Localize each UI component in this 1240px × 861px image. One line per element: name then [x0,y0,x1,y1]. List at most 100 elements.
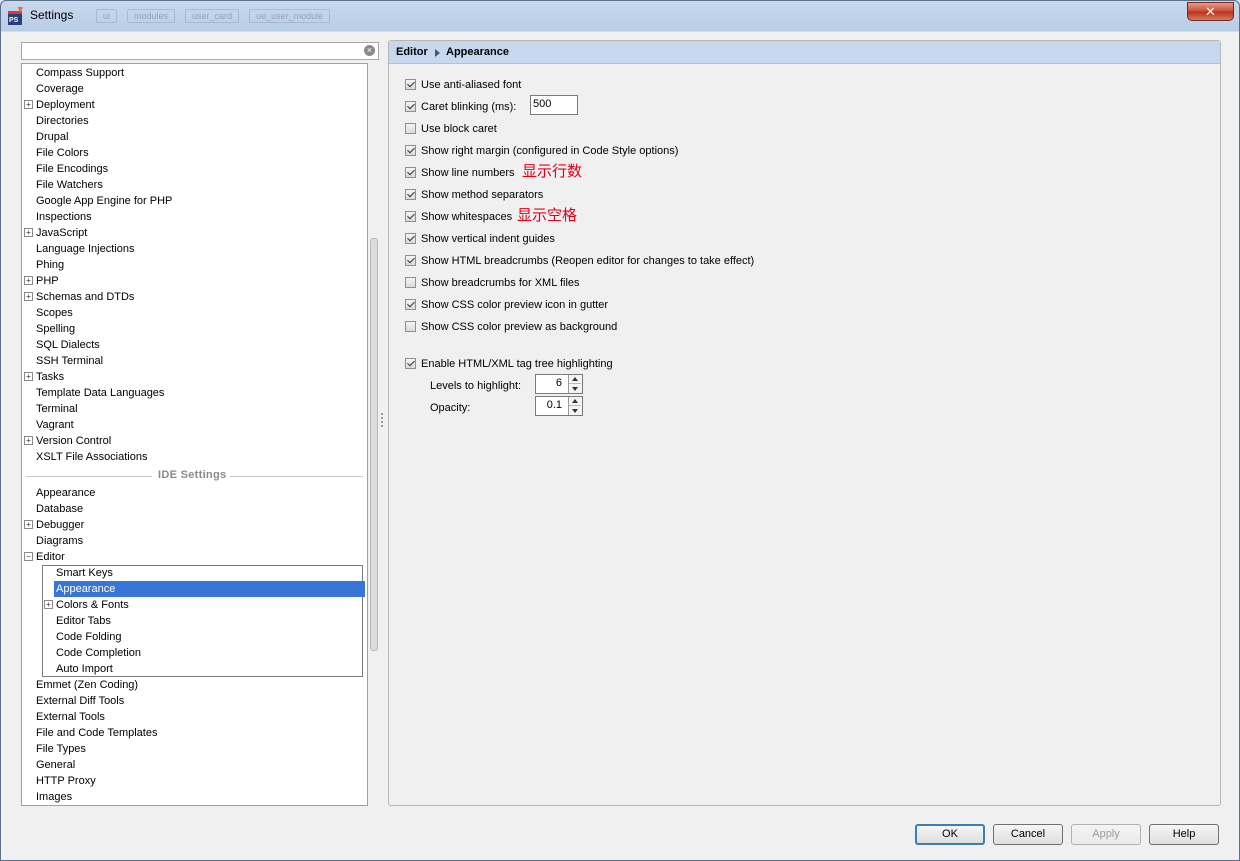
expand-icon[interactable]: + [44,600,53,609]
tree-item[interactable]: + Version Control [24,433,113,449]
tree-item[interactable]: Drupal [34,129,70,145]
tree-scroll-thumb[interactable] [370,238,378,651]
expand-icon[interactable]: + [24,520,33,529]
tree-item[interactable]: File Colors [34,145,91,161]
tree-item[interactable]: + Deployment [24,97,97,113]
tree-item[interactable]: File Types [34,741,88,757]
appearance-panel: Editor Appearance Use anti-aliased font C… [388,40,1221,806]
help-button[interactable]: Help [1149,824,1219,845]
tree-item[interactable]: Language Injections [34,241,136,257]
tree-item[interactable]: + Tasks [24,369,66,385]
checkbox[interactable] [405,233,416,244]
tree-item[interactable]: Compass Support [34,65,126,81]
tree-item[interactable]: Auto Import [54,661,115,677]
tree-item[interactable]: − Editor [24,549,67,565]
tree-item[interactable]: External Tools [34,709,107,725]
tree-item[interactable]: File Watchers [34,177,105,193]
ok-button[interactable]: OK [915,824,985,845]
collapse-icon[interactable]: − [24,552,33,561]
tree-item[interactable]: Scopes [34,305,75,321]
opacity-spinner[interactable]: 0.1 [535,396,583,416]
tree-item[interactable]: Terminal [34,401,80,417]
spinner-arrows-icon[interactable] [568,375,582,393]
tree-item[interactable]: Emmet (Zen Coding) [34,677,140,693]
tree-item[interactable]: XSLT File Associations [34,449,149,465]
tree-item[interactable]: Code Folding [54,629,123,645]
tree-item[interactable]: Directories [34,113,91,129]
title-bar[interactable]: PS Settings ui modules user_card ue_user_mo… [1,1,1239,31]
expand-icon[interactable]: + [24,292,33,301]
close-button[interactable]: ✕ [1187,2,1234,21]
tree-item[interactable]: Images [34,789,74,805]
tree-item[interactable]: External Diff Tools [34,693,126,709]
checkbox[interactable] [405,211,416,222]
option-label: Show HTML breadcrumbs (Reopen editor for… [421,255,755,267]
checkbox[interactable] [405,79,416,90]
tree-item[interactable]: Spelling [34,321,77,337]
tree-item-label: Language Injections [36,243,135,255]
expand-icon[interactable]: + [24,436,33,445]
tree-item-label: Diagrams [36,535,84,547]
tree-item[interactable]: + JavaScript [24,225,89,241]
checkbox[interactable] [405,321,416,332]
tree-item[interactable]: Google App Engine for PHP [34,193,174,209]
breadcrumb-editor: Editor [396,46,428,58]
tree-item[interactable]: + Schemas and DTDs [24,289,136,305]
tree-item[interactable]: File and Code Templates [34,725,159,741]
tree-item[interactable]: Appearance [34,485,97,501]
checkbox[interactable] [405,277,416,288]
tree-item[interactable]: SQL Dialects [34,337,102,353]
checkbox[interactable] [405,145,416,156]
expand-icon[interactable]: + [24,228,33,237]
clear-search-icon[interactable]: × [364,45,375,56]
tree-item[interactable]: Coverage [34,81,86,97]
tree-scrollbar[interactable] [368,63,380,806]
levels-to-highlight-value[interactable]: 6 [556,377,562,389]
tree-item[interactable]: HTTP Proxy [34,773,98,789]
tree-item-label: XSLT File Associations [36,451,148,463]
tree-item[interactable]: SSH Terminal [34,353,105,369]
tree-item[interactable]: Diagrams [34,533,85,549]
expand-icon[interactable]: + [24,276,33,285]
checkbox[interactable] [405,167,416,178]
tree-item[interactable]: + PHP [24,273,61,289]
levels-to-highlight-spinner[interactable]: 6 [535,374,583,394]
tree-item[interactable]: Phing [34,257,66,273]
settings-search-input[interactable]: × [21,42,379,60]
checkbox[interactable] [405,255,416,266]
tree-item[interactable]: File Encodings [34,161,110,177]
tree-item[interactable]: Database [34,501,85,517]
checkbox[interactable] [405,358,416,369]
tree-item[interactable]: Template Data Languages [34,385,166,401]
checkbox[interactable] [405,299,416,310]
settings-window: PS Settings ui modules user_card ue_user_mo… [0,0,1240,861]
tree-item[interactable]: Appearance [54,581,365,597]
background-tab: ui [96,9,118,23]
apply-button[interactable]: Apply [1071,824,1141,845]
tree-item[interactable]: Vagrant [34,417,76,433]
expand-icon[interactable]: + [24,100,33,109]
panel-splitter-handle[interactable] [380,412,384,428]
checkbox[interactable] [405,101,416,112]
tree-item[interactable]: Code Completion [54,645,143,661]
breadcrumb-arrow-icon [435,49,440,57]
tree-item[interactable]: General [34,757,77,773]
tree-item[interactable]: + Colors & Fonts [44,597,131,613]
caret-blinking-input[interactable]: 500 [530,95,578,115]
tree-item[interactable]: Inspections [34,209,94,225]
opacity-label: Opacity: [430,402,471,414]
opacity-value[interactable]: 0.1 [547,399,562,411]
tree-item[interactable]: Smart Keys [54,565,115,581]
tree-item-label: File Types [36,743,86,755]
tree-item[interactable]: Editor Tabs [54,613,113,629]
spinner-arrows-icon[interactable] [568,397,582,415]
tree-item[interactable]: + Debugger [24,517,86,533]
expand-icon[interactable]: + [24,372,33,381]
option-label: Show vertical indent guides [421,233,555,245]
checkbox[interactable] [405,189,416,200]
tree-item-label: Colors & Fonts [56,599,129,611]
checkbox[interactable] [405,123,416,134]
cancel-button[interactable]: Cancel [993,824,1063,845]
option-label: Show breadcrumbs for XML files [421,277,580,289]
option-label: Caret blinking (ms): [421,101,517,113]
